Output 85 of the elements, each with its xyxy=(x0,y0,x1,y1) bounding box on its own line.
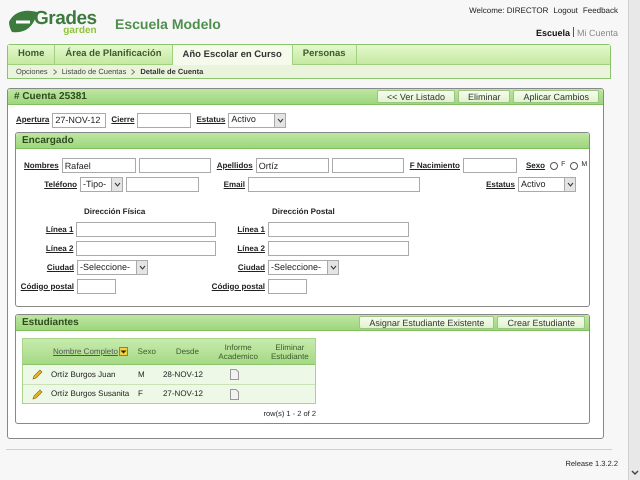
dropdown[interactable]: Activo xyxy=(518,177,576,192)
panel-title: Estudiantes xyxy=(22,316,79,330)
dropdown[interactable]: -Tipo- xyxy=(80,177,123,192)
field-label: Email xyxy=(224,178,245,190)
table-cell-text: F xyxy=(137,388,144,400)
logo-wordmark: Grades xyxy=(34,8,97,28)
input-field[interactable] xyxy=(332,158,404,173)
input-field[interactable] xyxy=(462,158,517,173)
section-heading: Dirección Física xyxy=(84,206,146,218)
column-header: Sexo xyxy=(136,346,157,358)
welcome-text: Welcome: DIRECTOR xyxy=(469,5,548,17)
dropdown[interactable]: -Seleccione- xyxy=(268,260,339,275)
action-button[interactable]: Aplicar Cambios xyxy=(513,90,599,103)
field-label: Sexo xyxy=(526,160,546,172)
input-field[interactable] xyxy=(126,177,199,192)
field-label: Apertura xyxy=(16,114,50,126)
field-label: Ciudad xyxy=(238,262,265,274)
field-label: Estatus xyxy=(486,178,515,190)
field-label: F Nacimiento xyxy=(410,160,460,172)
chevron-down-icon[interactable] xyxy=(630,470,638,476)
input-field[interactable] xyxy=(248,177,420,192)
radio-button[interactable] xyxy=(550,162,558,170)
field-label: Línea 2 xyxy=(46,242,74,254)
chevron-down-icon xyxy=(566,182,574,187)
logo-tagline: garden xyxy=(63,26,97,36)
header-link[interactable]: Logout xyxy=(553,5,578,17)
field-label: Línea 1 xyxy=(237,224,265,236)
column-header: Eliminar Estudiante xyxy=(270,342,310,360)
field-label: Estatus xyxy=(196,114,226,126)
input-field[interactable] xyxy=(76,222,216,237)
field-label: Código postal xyxy=(20,280,74,292)
chevron-down-icon xyxy=(114,182,120,187)
nav-tab[interactable]: Home xyxy=(8,45,56,64)
input-field[interactable] xyxy=(138,158,211,173)
dropdown[interactable]: -Seleccione- xyxy=(77,260,148,275)
action-button[interactable]: Crear Estudiante xyxy=(497,316,585,329)
school-name: Escuela Modelo xyxy=(115,15,221,34)
input-field[interactable] xyxy=(268,279,307,294)
input-field[interactable]: Ortíz xyxy=(256,158,329,173)
table-cell-text: Ortíz Burgos Susanita xyxy=(51,388,130,400)
input-field[interactable] xyxy=(268,241,409,256)
field-label: Línea 2 xyxy=(237,242,265,254)
column-header: Informe Academico xyxy=(217,342,259,360)
dropdown[interactable]: Activo xyxy=(228,112,286,128)
chevron-down-icon xyxy=(138,265,146,270)
action-button[interactable]: Eliminar xyxy=(458,90,510,103)
input-field[interactable] xyxy=(268,222,409,237)
header-link[interactable]: Feedback xyxy=(582,5,618,17)
panel-title: # Cuenta 25381 xyxy=(14,90,87,104)
field-label: Teléfono xyxy=(44,178,77,190)
document-icon[interactable] xyxy=(230,388,239,400)
section-heading: Dirección Postal xyxy=(272,206,335,218)
table-cell-text: 27-NOV-12 xyxy=(162,388,204,400)
field-label: Apellidos xyxy=(216,160,253,172)
column-header: Desde xyxy=(174,346,200,358)
action-button[interactable]: << Ver Listado xyxy=(376,90,455,103)
action-button[interactable]: Asignar Estudiante Existente xyxy=(359,316,494,329)
chevron-right-icon xyxy=(52,68,57,74)
pencil-icon[interactable] xyxy=(32,388,42,400)
table-cell-text: Ortíz Burgos Juan xyxy=(51,368,116,380)
nav-tab[interactable]: Personas xyxy=(292,45,357,64)
document-icon[interactable] xyxy=(230,369,239,380)
context-link[interactable]: Escuela xyxy=(536,27,570,40)
chevron-down-icon xyxy=(330,265,336,270)
input-field[interactable] xyxy=(77,279,116,294)
table-cell-text: 28-NOV-12 xyxy=(162,368,204,380)
panel-title: Encargado xyxy=(22,134,74,148)
input-field[interactable]: 27-NOV-12 xyxy=(52,112,106,128)
field-label: Línea 1 xyxy=(46,224,74,236)
sort-icon[interactable] xyxy=(118,347,128,356)
input-field[interactable] xyxy=(76,241,216,256)
input-field[interactable] xyxy=(137,112,192,128)
radio-button[interactable] xyxy=(570,162,578,170)
field-label: Nombres xyxy=(24,160,59,172)
field-label: Código postal xyxy=(212,280,265,292)
field-label: Ciudad xyxy=(46,262,74,274)
pencil-icon[interactable] xyxy=(32,369,42,380)
column-header[interactable]: Nombre Completo xyxy=(53,346,118,358)
table-cell-text: M xyxy=(137,368,146,380)
chevron-down-icon xyxy=(276,118,284,122)
scrollbar[interactable] xyxy=(628,0,640,480)
nav-tab[interactable]: Año Escolar en Curso xyxy=(172,45,293,65)
chevron-right-icon xyxy=(131,68,136,74)
field-label: Cierre xyxy=(111,114,134,126)
input-field[interactable]: Rafael xyxy=(62,158,136,173)
